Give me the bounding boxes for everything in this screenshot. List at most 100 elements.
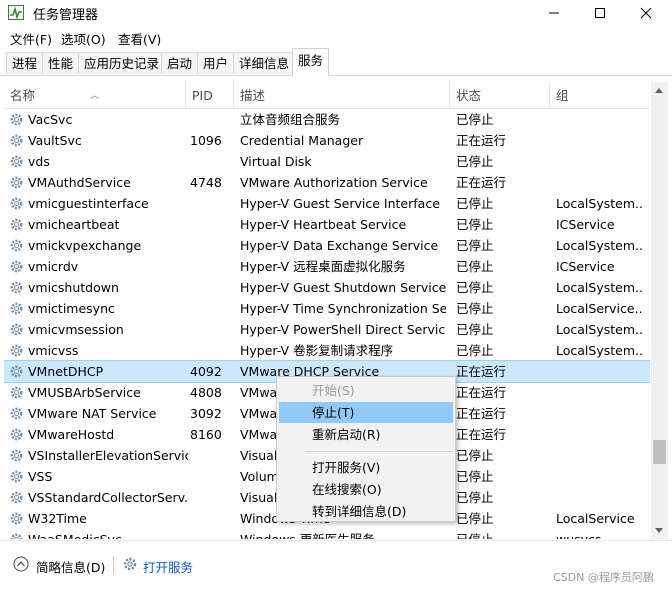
ctx-restart[interactable]: 重新启动(R) — [279, 424, 453, 445]
service-name: WaaSMedicSvc — [28, 529, 188, 539]
service-status: 已停止 — [456, 322, 494, 337]
service-status: 已停止 — [456, 343, 494, 358]
ctx-stop[interactable]: 停止(T) — [279, 402, 453, 423]
column-header-description[interactable]: 描述 — [234, 82, 450, 108]
maximize-button[interactable] — [577, 0, 623, 26]
ctx-open-services[interactable]: 打开服务(V) — [279, 457, 453, 478]
table-row[interactable]: vmicvss Hyper-V 卷影复制请求程序 已停止 LocalSystem... — [4, 340, 650, 361]
service-description: Virtual Disk — [240, 154, 312, 169]
service-status: 正在运行 — [456, 427, 507, 442]
ctx-search-online[interactable]: 在线搜索(O) — [279, 479, 453, 500]
table-row[interactable]: VacSvc 立体音频组合服务 已停止 — [4, 109, 650, 130]
service-pid — [190, 529, 234, 539]
service-name: VMnetDHCP — [28, 364, 104, 379]
service-description: Hyper-V 卷影复制请求程序 — [240, 343, 394, 358]
service-description: Hyper-V Data Exchange Service — [240, 238, 439, 253]
service-group — [556, 466, 644, 487]
table-row[interactable]: VMAuthdService 4748 VMware Authorization S… — [4, 172, 650, 193]
service-pid — [190, 193, 234, 214]
service-status: 已停止 — [456, 259, 494, 274]
service-group: ICService — [556, 259, 615, 274]
tab-app-history[interactable]: 应用历史记录 — [78, 52, 166, 74]
service-status: 已停止 — [456, 511, 494, 526]
service-group — [556, 130, 644, 151]
table-row[interactable]: vmicvmsession Hyper-V PowerShell Direct S… — [4, 319, 650, 340]
table-row[interactable]: vmicrdv Hyper-V 远程桌面虚拟化服务 已停止 ICService — [4, 256, 650, 277]
open-services-link[interactable]: 打开服务 — [143, 557, 193, 576]
service-gear-icon — [10, 176, 23, 189]
scroll-up-arrow-icon[interactable] — [655, 88, 663, 93]
ctx-go-to-details[interactable]: 转到详细信息(D) — [279, 501, 453, 522]
service-group — [556, 172, 644, 193]
close-button[interactable] — [623, 0, 669, 26]
service-gear-icon — [10, 365, 23, 378]
vertical-scrollbar[interactable] — [651, 82, 668, 539]
close-icon — [640, 7, 652, 19]
service-description: VMware Authorization Service — [240, 175, 428, 190]
service-status: 已停止 — [456, 238, 494, 253]
scrollbar-thumb[interactable] — [653, 440, 666, 464]
column-header-pid[interactable]: PID — [186, 82, 234, 108]
window-title: 任务管理器 — [33, 8, 99, 23]
tab-startup[interactable]: 启动 — [161, 52, 199, 74]
service-group: wusvcs — [556, 529, 644, 539]
service-gear-icon — [10, 155, 23, 168]
service-status: 已停止 — [456, 490, 494, 505]
service-status: 已停止 — [456, 301, 494, 316]
table-row[interactable]: vmicheartbeat Hyper-V Heartbeat Service 已停… — [4, 214, 650, 235]
footer-bar: 简略信息(D) 打开服务 CSDN @程序员阿鹏 — [0, 540, 672, 591]
service-name: vmicvmsession — [28, 322, 124, 337]
service-name: vds — [28, 154, 50, 169]
tab-processes[interactable]: 进程 — [6, 52, 44, 74]
table-row[interactable]: vds Virtual Disk 已停止 — [4, 151, 650, 172]
service-gear-icon — [10, 197, 23, 210]
menu-file[interactable]: 文件(F) — [10, 29, 52, 48]
scroll-down-arrow-icon[interactable] — [655, 528, 663, 533]
service-gear-icon — [10, 428, 23, 441]
column-header-status[interactable]: 状态 — [450, 82, 550, 108]
menu-bar: 文件(F) 选项(O) 查看(V) — [0, 26, 672, 48]
service-description: Hyper-V Time Synchronization Se... — [240, 301, 446, 316]
table-row[interactable]: WaaSMedicSvc Windows 更新医生服务已停止 wusvcs — [4, 529, 650, 539]
service-pid — [190, 214, 234, 235]
table-row[interactable]: VaultSvc 1096 Credential Manager 正在运行 — [4, 130, 650, 151]
service-group — [556, 445, 644, 466]
collapse-up-icon[interactable] — [13, 556, 29, 572]
tab-users[interactable]: 用户 — [197, 52, 235, 74]
service-description: Hyper-V 远程桌面虚拟化服务 — [240, 259, 406, 274]
service-name: VSStandardCollectorServ... — [28, 490, 188, 505]
table-row[interactable]: vmicshutdown Hyper-V Guest Shutdown Servi… — [4, 277, 650, 298]
service-status: 已停止 — [456, 196, 494, 211]
service-gear-icon — [10, 533, 23, 539]
service-group — [556, 403, 644, 424]
column-header-name[interactable]: 名称 ︿ — [4, 82, 186, 108]
service-name: VacSvc — [28, 112, 73, 127]
less-details-button[interactable]: 简略信息(D) — [36, 557, 105, 576]
menu-options[interactable]: 选项(O) — [61, 29, 106, 48]
table-row[interactable]: vmicguestinterface Hyper-V Guest Service … — [4, 193, 650, 214]
service-gear-icon — [10, 491, 23, 504]
minimize-button[interactable] — [531, 0, 577, 26]
service-group — [556, 487, 644, 508]
service-status: 已停止 — [456, 469, 494, 484]
table-header: 名称 ︿ PID 描述 状态 组 — [4, 82, 650, 109]
footer-divider — [113, 556, 114, 574]
service-name: VMAuthdService — [28, 175, 131, 190]
service-name: VMwareHostd — [28, 427, 115, 442]
service-group — [556, 361, 644, 382]
minimize-icon — [549, 12, 559, 14]
column-header-group[interactable]: 组 — [550, 82, 650, 108]
menu-view[interactable]: 查看(V) — [118, 29, 161, 48]
tab-performance[interactable]: 性能 — [42, 52, 80, 74]
service-pid — [190, 487, 234, 508]
services-gear-icon — [123, 557, 137, 571]
service-pid — [190, 256, 234, 277]
tab-details[interactable]: 详细信息 — [233, 52, 296, 74]
table-row[interactable]: vmickvpexchange Hyper-V Data Exchange Ser… — [4, 235, 650, 256]
service-group: LocalSystem... — [556, 196, 644, 211]
table-row[interactable]: vmictimesync Hyper-V Time Synchronization… — [4, 298, 650, 319]
tab-services[interactable]: 服务 — [292, 48, 330, 76]
tab-bar: 进程 性能 应用历史记录 启动 用户 详细信息 服务 — [0, 48, 672, 76]
service-gear-icon — [10, 239, 23, 252]
service-name: VSS — [28, 469, 53, 484]
